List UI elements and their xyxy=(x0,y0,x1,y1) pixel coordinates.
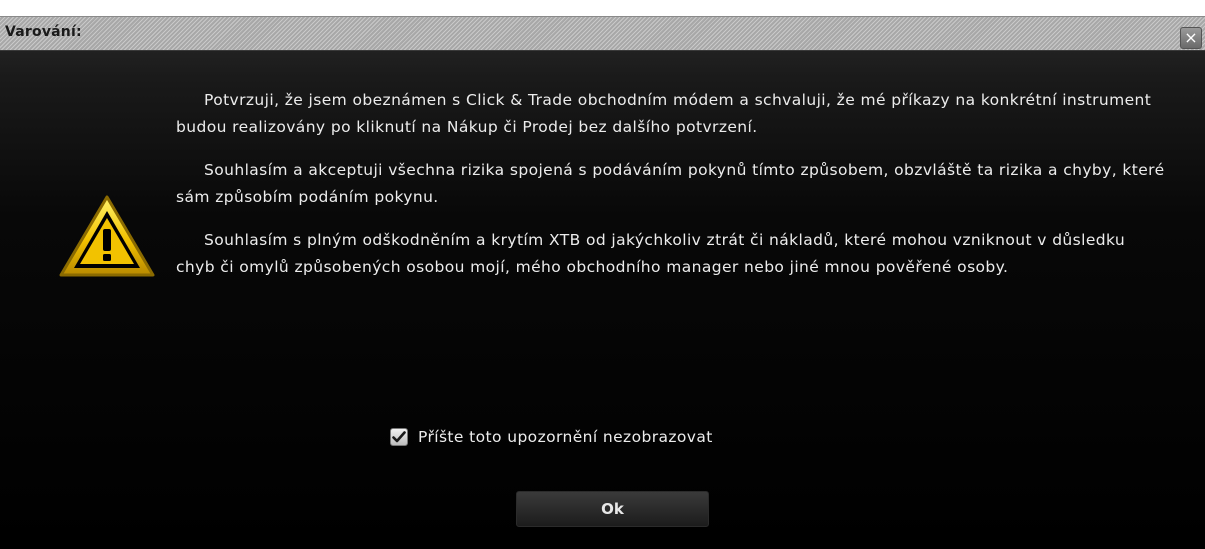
checkmark-icon xyxy=(392,431,406,443)
message-paragraph-3: Souhlasím s plným odškodněním a krytím X… xyxy=(176,231,1126,276)
dialog-title: Varování: xyxy=(5,24,82,40)
ok-button[interactable]: Ok xyxy=(516,491,709,527)
dont-show-again-option[interactable]: Příšte toto upozornění nezobrazovat xyxy=(390,425,713,449)
dont-show-again-label: Příšte toto upozornění nezobrazovat xyxy=(418,428,713,446)
warning-dialog: Varování: × Potvrzuji, že jsem obeznámen… xyxy=(0,16,1205,549)
dialog-titlebar: Varování: × xyxy=(0,17,1205,51)
dont-show-again-checkbox[interactable] xyxy=(390,428,408,446)
message-paragraph-2: Souhlasím a akceptuji všechna rizika spo… xyxy=(176,161,1165,206)
message-body: Potvrzuji, že jsem obeznámen s Click & T… xyxy=(176,87,1166,297)
warning-triangle-icon xyxy=(59,195,155,277)
message-paragraph-1: Potvrzuji, že jsem obeznámen s Click & T… xyxy=(176,91,1152,136)
close-icon: × xyxy=(1184,28,1198,47)
close-button[interactable]: × xyxy=(1180,27,1202,49)
